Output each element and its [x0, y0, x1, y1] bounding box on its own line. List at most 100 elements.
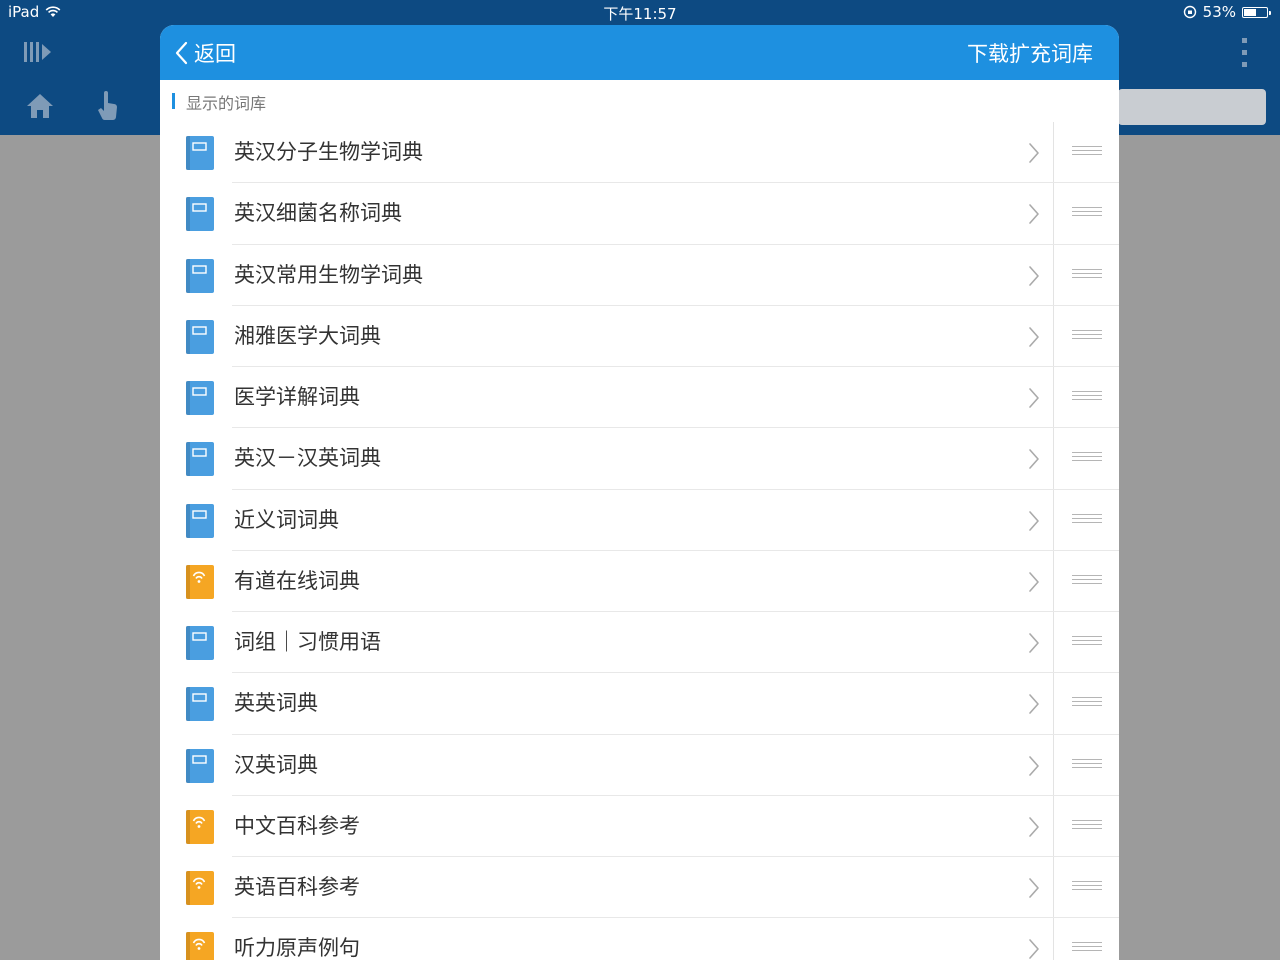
list-item[interactable]: 词组｜习惯用语 [160, 612, 1119, 674]
chevron-right-icon [1029, 388, 1039, 408]
home-icon[interactable] [26, 93, 54, 119]
drag-handle-icon[interactable] [1072, 881, 1102, 893]
section-accent-bar [172, 93, 175, 109]
online-dictionary-icon [186, 809, 214, 844]
row-separator [1053, 367, 1054, 429]
chevron-right-icon [1029, 449, 1039, 470]
row-separator [1053, 857, 1054, 919]
online-dictionary-icon [186, 932, 214, 960]
drag-handle-icon[interactable] [1072, 513, 1102, 526]
back-button[interactable]: 返回 [174, 25, 236, 80]
row-separator [1053, 305, 1054, 367]
dictionary-book-icon [186, 136, 214, 170]
chevron-right-icon [1029, 265, 1039, 286]
list-item-label: 有道在线词典 [234, 568, 360, 593]
row-separator [1053, 612, 1054, 674]
dictionary-book-icon [186, 687, 214, 722]
dictionary-list: 英汉分子生物学词典 英汉细菌名称词典 英汉常用生物学词典 湘雅医学大词典 医学详解词典英… [160, 122, 1119, 960]
row-separator [1053, 183, 1054, 245]
dictionary-book-icon [186, 503, 214, 538]
list-item-label: 医学详解词典 [234, 385, 360, 409]
chevron-right-icon [1029, 143, 1039, 163]
status-time: 下午11:57 [603, 5, 677, 23]
drag-handle-icon[interactable] [1072, 207, 1102, 219]
dictionary-book-icon [186, 381, 214, 415]
drag-handle-icon[interactable] [1072, 758, 1102, 771]
list-item-label: 湘雅医学大词典 [234, 323, 381, 348]
dictionary-book-icon [186, 748, 214, 783]
list-item[interactable]: 英汉常用生物学词典 [160, 244, 1119, 306]
battery-percent: 53% [1202, 3, 1236, 21]
list-item-label: 英语百科参考 [234, 875, 360, 899]
list-item[interactable]: 湘雅医学大词典 [160, 305, 1119, 367]
chevron-right-icon [1029, 816, 1039, 837]
dictionary-manager-modal: 返回 下载扩充词库 显示的词库 英汉分子生物学词典 英汉细菌名称词典 英汉常用生物学… [160, 25, 1119, 960]
drag-handle-icon[interactable] [1072, 574, 1102, 587]
library-icon[interactable] [24, 40, 52, 64]
row-separator [1053, 673, 1054, 735]
row-separator [1053, 428, 1054, 490]
list-item[interactable]: 近义词词典 [160, 489, 1119, 551]
drag-handle-icon[interactable] [1072, 942, 1102, 954]
list-item[interactable]: 医学详解词典 [160, 367, 1119, 429]
list-item[interactable]: 中文百科参考 [160, 795, 1119, 857]
dictionary-book-icon [186, 626, 214, 660]
list-item-label: 英汉－汉英词典 [234, 446, 381, 471]
row-separator [1053, 244, 1054, 306]
drag-handle-icon[interactable] [1072, 146, 1102, 158]
section-title: 显示的词库 [186, 94, 267, 113]
list-item[interactable]: 英英词典 [160, 673, 1119, 735]
list-item[interactable]: 有道在线词典 [160, 550, 1119, 612]
chevron-right-icon [1029, 510, 1039, 531]
chevron-right-icon [1029, 939, 1039, 960]
chevron-right-icon [1029, 694, 1039, 715]
list-item-label: 英汉细菌名称词典 [234, 201, 402, 226]
chevron-right-icon [1029, 571, 1039, 592]
list-item-label: 中文百科参考 [234, 813, 360, 838]
drag-handle-icon[interactable] [1072, 452, 1102, 464]
row-separator [1053, 550, 1054, 612]
hand-pointer-icon[interactable] [96, 91, 120, 121]
chevron-right-icon [1029, 633, 1039, 653]
status-bar: iPad 下午11:57 53% [0, 0, 1280, 25]
chevron-left-icon [175, 41, 188, 64]
list-item[interactable]: 英汉分子生物学词典 [160, 122, 1119, 184]
list-item[interactable]: 英汉－汉英词典 [160, 428, 1119, 490]
drag-handle-icon[interactable] [1072, 268, 1102, 281]
list-item[interactable]: 听力原声例句 [160, 918, 1119, 960]
download-dictionaries-button[interactable]: 下载扩充词库 [967, 25, 1093, 80]
drag-handle-icon[interactable] [1072, 697, 1102, 709]
drag-handle-icon[interactable] [1072, 819, 1102, 832]
row-separator [1053, 918, 1054, 960]
background-search-field [1118, 89, 1266, 125]
chevron-right-icon [1029, 878, 1039, 898]
list-item-label: 汉英词典 [234, 752, 318, 777]
list-item-label: 词组｜习惯用语 [234, 630, 381, 654]
list-item-label: 英汉常用生物学词典 [234, 262, 423, 287]
list-item[interactable]: 英语百科参考 [160, 857, 1119, 919]
online-dictionary-icon [186, 871, 214, 905]
chevron-right-icon [1029, 755, 1039, 776]
list-item-label: 听力原声例句 [234, 936, 360, 960]
more-vertical-icon[interactable] [1238, 38, 1252, 68]
row-separator [1053, 795, 1054, 857]
drag-handle-icon[interactable] [1072, 391, 1102, 403]
row-separator [1053, 489, 1054, 551]
list-item-label: 近义词词典 [234, 507, 339, 532]
chevron-right-icon [1029, 204, 1039, 225]
back-label: 返回 [194, 41, 236, 66]
list-item[interactable]: 汉英词典 [160, 734, 1119, 796]
dictionary-book-icon [186, 319, 214, 354]
dictionary-book-icon [186, 197, 214, 232]
drag-handle-icon[interactable] [1072, 329, 1102, 342]
drag-handle-icon[interactable] [1072, 636, 1102, 648]
dictionary-book-icon [186, 258, 214, 293]
row-separator [1053, 122, 1054, 184]
section-header: 显示的词库 [160, 80, 1119, 122]
online-dictionary-icon [186, 564, 214, 599]
list-item[interactable]: 英汉细菌名称词典 [160, 183, 1119, 245]
rotation-lock-icon [1183, 5, 1196, 19]
list-item-label: 英汉分子生物学词典 [234, 140, 423, 164]
chevron-right-icon [1029, 326, 1039, 347]
dictionary-book-icon [186, 442, 214, 477]
